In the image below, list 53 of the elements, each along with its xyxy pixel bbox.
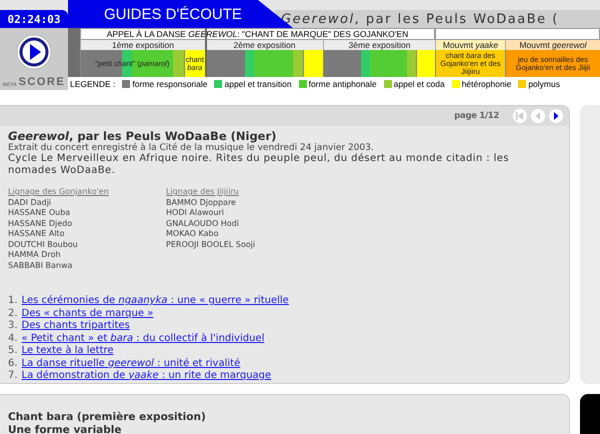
- next-page-button[interactable]: [549, 109, 563, 123]
- performer-name: GNALAOUDO Hodi: [166, 218, 240, 229]
- legend-label: appel et transition: [224, 78, 292, 88]
- logo-text: SCORE: [18, 76, 66, 88]
- lineage-heading: Lignage des Jiijiiru: [166, 187, 240, 198]
- legend-label: hétérophonie: [462, 78, 512, 88]
- chapter-link[interactable]: Des chants tripartites: [22, 320, 130, 332]
- time-display: 02:24:03: [0, 10, 68, 28]
- performer-name: PEROOJI BOOLEL Sooji: [166, 240, 256, 250]
- performer-name: HAMMA Droh: [8, 250, 62, 260]
- section-header: 2ème exposition: [205, 40, 323, 50]
- title-bar: Geerewol, par les Peuls WoDaaBe (: [275, 10, 600, 28]
- performer-name: DADI Dadji: [8, 198, 52, 208]
- section-header: Mouvmt geerewol: [505, 40, 600, 50]
- chapter-link[interactable]: La danse rituelle geerewol : unité et rivalité: [22, 358, 240, 370]
- chapter-link[interactable]: Les cérémonies de ngaanyka : une « guerre » rituelle: [22, 295, 289, 308]
- work-title: Geerewol, par les Peuls WoDaaBe (Niger): [8, 129, 278, 143]
- performer-name: DOUTCHI Boubou: [8, 240, 79, 250]
- chapter-number: 7.: [8, 370, 18, 382]
- recording-note: Extrait du concert enregistré à la Cité de la musique le vendredi 24 janvier 2003.: [8, 143, 375, 153]
- chapter-link[interactable]: « Petit chant » et bara : du collectif à l'individuel: [22, 332, 264, 345]
- performer-name: HODI Alawouri: [166, 208, 225, 218]
- section-header: 1ème exposition: [80, 40, 205, 50]
- page-indicator: page 1/12: [454, 111, 499, 121]
- side-panel: [580, 394, 600, 434]
- chapter-number: 2.: [8, 308, 18, 320]
- chapter-number: 3.: [8, 320, 18, 332]
- legend-label: appel et coda: [394, 78, 445, 88]
- performer-name: HASSANE Djedo: [8, 218, 74, 229]
- cycle-description: Cycle Le Merveilleux en Afrique noire. Rites du peuple peul, du désert au monde citadin : les nomades WoDaaBe.: [8, 153, 510, 177]
- chapter-number: 4.: [8, 332, 18, 345]
- performer-name: HASSANE Ouba: [8, 208, 72, 218]
- chapter-number: 1.: [8, 295, 18, 308]
- section-header: 3ème exposition: [323, 40, 435, 50]
- performer-name: HASSANE Alto: [8, 229, 66, 240]
- playhead-line[interactable]: [205, 28, 207, 77]
- legend-label: polymus: [528, 78, 560, 88]
- lineage-heading: Lignage des Gonjanko'en: [8, 187, 110, 198]
- section-header: Mouvmt yaake: [435, 40, 505, 50]
- performer-name: BAMMO Djoppare: [166, 198, 237, 208]
- performer-name: SABBABI Banwa: [8, 260, 74, 271]
- chapter-link[interactable]: Le texte à la lettre: [22, 345, 114, 358]
- legend-label: forme responsoriale: [132, 78, 208, 88]
- play-button[interactable]: [14, 32, 54, 72]
- legend-title: LEGENDE :: [70, 78, 116, 88]
- chapter-number: 6.: [8, 358, 18, 370]
- performer-name: MOKAO Kabo: [166, 229, 220, 240]
- chapter-number: 5.: [8, 345, 18, 358]
- chapter-link[interactable]: Des « chants de marque »: [22, 308, 154, 320]
- legend-label: forme antiphonale: [308, 78, 377, 88]
- section-subtitle: Une forme variable: [8, 424, 122, 434]
- section-title: Chant bara (première exposition): [8, 411, 207, 424]
- chapter-link[interactable]: La démonstration de yaake : un rite de marquage: [22, 370, 272, 382]
